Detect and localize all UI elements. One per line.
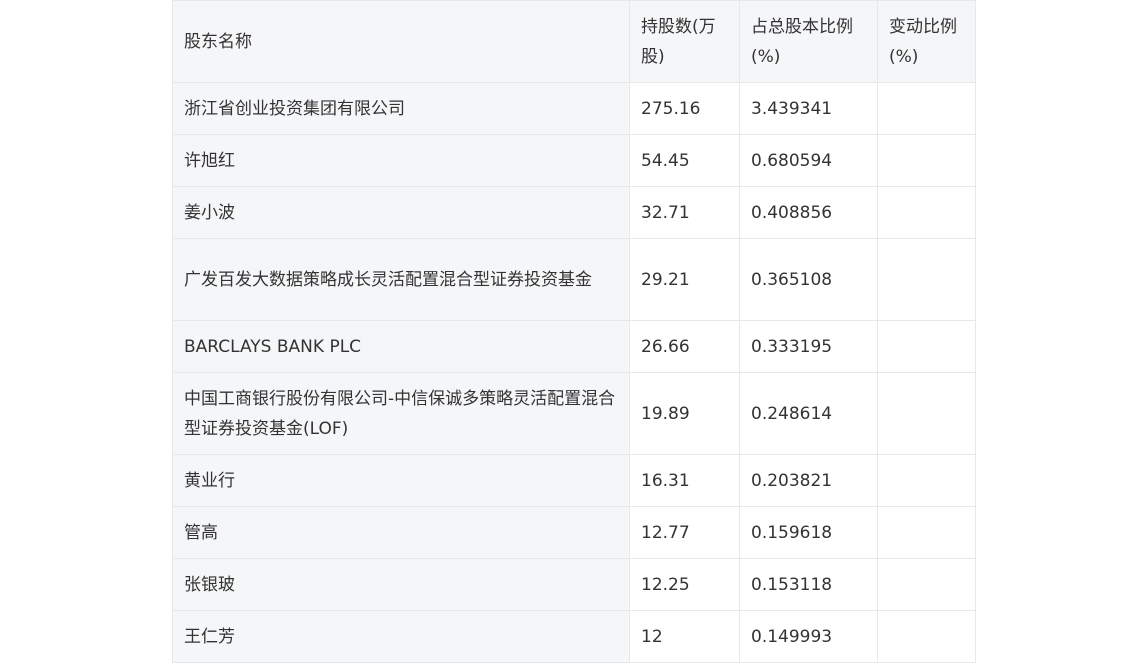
ratio-value: 0.365108: [739, 238, 878, 321]
change-value: [877, 558, 976, 611]
change-value: [877, 134, 976, 187]
ratio-value: 0.680594: [739, 134, 878, 187]
table-row: 管高 12.77 0.159618: [172, 506, 976, 559]
shareholder-name: 许旭红: [172, 134, 630, 187]
change-value: [877, 320, 976, 373]
change-value: [877, 82, 976, 135]
change-value: [877, 506, 976, 559]
ratio-value: 0.248614: [739, 372, 878, 455]
shareholder-name: 张银玻: [172, 558, 630, 611]
ratio-value: 0.203821: [739, 454, 878, 507]
shareholder-name: 浙江省创业投资集团有限公司: [172, 82, 630, 135]
shares-value: 54.45: [629, 134, 740, 187]
shareholder-name: 管高: [172, 506, 630, 559]
shares-value: 12: [629, 610, 740, 663]
shareholder-name: 姜小波: [172, 186, 630, 239]
shareholder-name: 黄业行: [172, 454, 630, 507]
shares-value: 12.77: [629, 506, 740, 559]
shares-value: 26.66: [629, 320, 740, 373]
shareholder-name: 王仁芳: [172, 610, 630, 663]
table-row: 广发百发大数据策略成长灵活配置混合型证券投资基金 29.21 0.365108: [172, 238, 976, 321]
table-row: 王仁芳 12 0.149993: [172, 610, 976, 663]
header-shareholder-name: 股东名称: [172, 0, 630, 83]
change-value: [877, 372, 976, 455]
shares-value: 19.89: [629, 372, 740, 455]
change-value: [877, 186, 976, 239]
table-row: 中国工商银行股份有限公司-中信保诚多策略灵活配置混合型证券投资基金(LOF) 1…: [172, 372, 976, 455]
shares-value: 32.71: [629, 186, 740, 239]
ratio-value: 0.333195: [739, 320, 878, 373]
change-value: [877, 610, 976, 663]
header-change-ratio: 变动比例(%): [877, 0, 976, 83]
table-row: 黄业行 16.31 0.203821: [172, 454, 976, 507]
header-shares: 持股数(万股): [629, 0, 740, 83]
table-row: 浙江省创业投资集团有限公司 275.16 3.439341: [172, 82, 976, 135]
change-value: [877, 238, 976, 321]
shares-value: 16.31: [629, 454, 740, 507]
table-header: 股东名称 持股数(万股) 占总股本比例(%) 变动比例(%): [172, 0, 976, 83]
ratio-value: 0.159618: [739, 506, 878, 559]
shares-value: 29.21: [629, 238, 740, 321]
shareholder-name: 广发百发大数据策略成长灵活配置混合型证券投资基金: [172, 238, 630, 321]
header-row: 股东名称 持股数(万股) 占总股本比例(%) 变动比例(%): [172, 0, 976, 83]
shares-value: 275.16: [629, 82, 740, 135]
ratio-value: 0.408856: [739, 186, 878, 239]
shareholder-name: 中国工商银行股份有限公司-中信保诚多策略灵活配置混合型证券投资基金(LOF): [172, 372, 630, 455]
header-ratio: 占总股本比例(%): [739, 0, 878, 83]
table-row: 许旭红 54.45 0.680594: [172, 134, 976, 187]
table-row: BARCLAYS BANK PLC 26.66 0.333195: [172, 320, 976, 373]
change-value: [877, 454, 976, 507]
shareholders-table: 股东名称 持股数(万股) 占总股本比例(%) 变动比例(%) 浙江省创业投资集团…: [172, 0, 976, 663]
table-body: 浙江省创业投资集团有限公司 275.16 3.439341 许旭红 54.45 …: [172, 82, 976, 663]
ratio-value: 0.153118: [739, 558, 878, 611]
shareholder-name: BARCLAYS BANK PLC: [172, 320, 630, 373]
table-row: 张银玻 12.25 0.153118: [172, 558, 976, 611]
ratio-value: 0.149993: [739, 610, 878, 663]
ratio-value: 3.439341: [739, 82, 878, 135]
table-row: 姜小波 32.71 0.408856: [172, 186, 976, 239]
shares-value: 12.25: [629, 558, 740, 611]
